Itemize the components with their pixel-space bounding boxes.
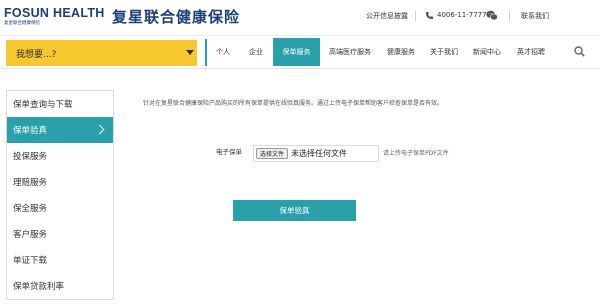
nav-item-enterprise[interactable]: 企业 [240,38,272,66]
nav-separator [205,39,207,66]
sidebar-item-label: 保全服务 [13,204,48,214]
sidebar-item-label: 保单验真 [13,126,48,136]
sidebar-item-label: 客户服务 [13,230,48,240]
search-icon[interactable] [574,46,585,57]
disclosure-link[interactable]: 公开信息披露 [366,11,408,21]
sidebar-item-policy-verify[interactable]: 保单验真 [7,117,113,143]
sidebar-item-insure-service[interactable]: 投保服务 [7,143,113,169]
verify-policy-button[interactable]: 保单验真 [233,200,356,221]
brand-name: 复星联合健康保险 [112,8,241,26]
upload-hint: 请上传电子保单PDF文件 [383,150,449,157]
sidebar-item-label: 单证下载 [13,256,48,266]
sidebar-item-label: 投保服务 [13,152,48,162]
nav-item-news-center[interactable]: 新闻中心 [466,38,508,66]
intro-text: 针对在复星联合健康保险产品购买的所有保单提供在线验真服务。通过上传电子保单帮助客… [143,100,444,107]
divider [415,11,416,21]
choose-file-button[interactable]: 选择文件 [256,148,289,159]
top-bar: FOSUN HEALTH 复星联合健康保险 复星联合健康保险 公开信息披露 40… [0,0,600,36]
e-policy-label: 电子保单 [216,148,242,156]
divider [509,11,510,21]
nav-item-about-us[interactable]: 关于我们 [424,38,464,66]
caret-down-icon [186,50,194,55]
sidebar-item-customer-service[interactable]: 客户服务 [7,221,113,247]
sidebar-item-label: 保单查询与下载 [13,100,73,110]
sidebar-item-document-download[interactable]: 单证下载 [7,247,113,273]
logo-subtitle: 复星联合健康保险 [4,21,40,26]
file-upload-input[interactable]: 选择文件 未选择任何文件 [253,145,379,162]
service-phone: 4006-11-7777 [437,11,487,19]
nav-item-personal[interactable]: 个人 [208,38,238,66]
i-want-dropdown[interactable]: 我想要...? [6,40,197,66]
sidebar: 保单查询与下载 保单验真 投保服务 理赔服务 保全服务 客户服务 单证下载 保单… [6,90,114,300]
i-want-label: 我想要...? [16,50,57,60]
logo-text: FOSUN HEALTH [4,6,105,20]
sidebar-item-loan-rate[interactable]: 保单贷款利率 [7,273,113,299]
sidebar-item-policy-query[interactable]: 保单查询与下载 [7,91,113,117]
sidebar-item-label: 理赔服务 [13,178,48,188]
wechat-icon[interactable] [486,10,498,21]
nav-item-policy-service[interactable]: 保单服务 [273,38,320,66]
phone-icon [425,11,434,20]
contact-us-link[interactable]: 联系我们 [521,11,549,21]
nav-item-premium-medical[interactable]: 高端医疗服务 [322,38,378,66]
chevron-right-icon [94,124,105,135]
sidebar-item-claims-service[interactable]: 理赔服务 [7,169,113,195]
file-status-text: 未选择任何文件 [291,149,347,158]
nav-item-health-service[interactable]: 健康服务 [380,38,422,66]
sidebar-item-preservation-service[interactable]: 保全服务 [7,195,113,221]
nav-item-careers[interactable]: 英才招聘 [510,38,552,66]
sidebar-item-label: 保单贷款利率 [13,282,65,292]
fosun-health-logo[interactable]: FOSUN HEALTH 复星联合健康保险 [4,6,105,29]
